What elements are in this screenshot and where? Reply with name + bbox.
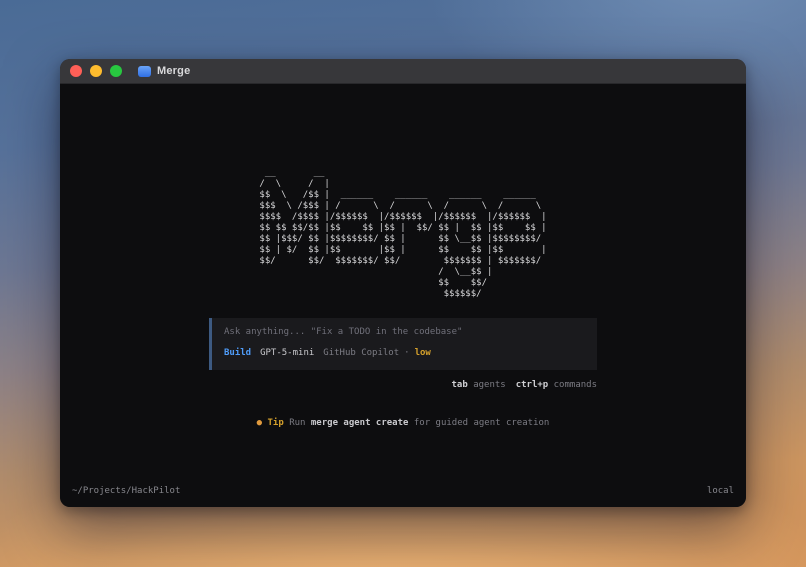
ascii-logo: __ __ / \ / | $$ \ /$$ | ______ ______ _…	[259, 168, 547, 299]
hint-label-agents: agents	[473, 380, 506, 390]
app-icon	[138, 65, 151, 77]
hint-label-commands: commands	[553, 380, 597, 390]
cwd-label: ~/Projects/HackPilot	[72, 486, 181, 496]
tip-bullet-icon: ●	[256, 418, 263, 428]
close-button[interactable]	[70, 65, 82, 77]
reasoning-effort-indicator: low	[414, 348, 431, 358]
terminal-window: Merge __ __ / \ / | $$ \ /$$ | ______ __…	[60, 59, 746, 507]
hint-agents: tab agents	[452, 380, 506, 390]
tip-text-after: for guided agent creation	[413, 418, 550, 428]
zoom-button[interactable]	[110, 65, 122, 77]
provider-indicator: GitHub Copilot	[323, 348, 400, 358]
status-bar: ~/Projects/HackPilot local	[72, 486, 734, 497]
tip-text-before: Run	[289, 418, 306, 428]
minimize-button[interactable]	[90, 65, 102, 77]
hint-key-ctrl-p: ctrl+p	[515, 380, 549, 390]
hint-key-tab: tab	[451, 380, 468, 390]
connection-mode-label: local	[706, 486, 734, 496]
ascii-logo-wrap: __ __ / \ / | $$ \ /$$ | ______ ______ _…	[60, 168, 746, 300]
model-indicator: GPT-5-mini	[260, 348, 315, 358]
mode-indicator: Build	[224, 348, 252, 358]
shortcut-hints: tab agents ctrl+p commands	[209, 380, 598, 391]
prompt-placeholder: Ask anything... "Fix a TODO in the codeb…	[224, 327, 463, 337]
terminal-screen: __ __ / \ / | $$ \ /$$ | ______ ______ _…	[60, 84, 746, 507]
separator-dot: ·	[404, 348, 410, 358]
tip-label: Tip	[267, 418, 284, 428]
window-titlebar[interactable]: Merge	[60, 59, 746, 84]
tip-command: merge agent create	[310, 418, 409, 428]
prompt-status-row: Build GPT-5-mini GitHub Copilot · low	[224, 348, 585, 359]
prompt-input[interactable]: Ask anything... "Fix a TODO in the codeb…	[209, 318, 597, 370]
tip-line: ● Tip Run merge agent create for guided …	[60, 418, 746, 429]
window-title: Merge	[157, 65, 191, 77]
hint-commands: ctrl+p commands	[516, 380, 597, 390]
